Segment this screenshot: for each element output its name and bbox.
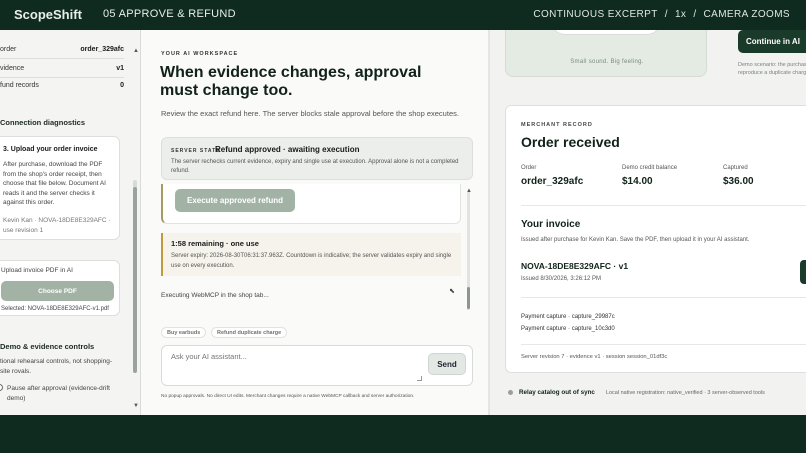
promo-card: Small sound. Big feeling. — [505, 30, 707, 77]
relay-title: Relay catalog out of sync — [519, 389, 595, 396]
connection-diagnostics-link[interactable]: Connection diagnostics — [0, 118, 85, 127]
server-state-desc: The server rechecks current evidence, ex… — [171, 159, 459, 174]
step-title: 05 APPROVE & REFUND — [103, 8, 236, 20]
divider — [521, 205, 806, 206]
resize-grip-icon[interactable] — [417, 376, 422, 381]
mode-camera-zooms[interactable]: CAMERA ZOOMS — [704, 9, 790, 20]
demo-controls-title: Demo & evidence controls — [0, 342, 95, 351]
chat-composer: Send — [161, 345, 473, 386]
chip-refund-duplicate[interactable]: Refund duplicate charge — [211, 327, 288, 338]
mode-continuous-excerpt[interactable]: CONTINUOUS EXCERPT — [533, 9, 657, 20]
workspace-subtitle: Review the exact refund here. The server… — [161, 109, 459, 118]
divider — [521, 344, 806, 345]
stat-label: Order — [521, 165, 537, 171]
upload-card: Upload invoice PDF in AI Choose PDF Sele… — [0, 260, 120, 316]
scrollbar-thumb[interactable] — [133, 187, 137, 373]
step-card-title: 3. Upload your order invoice — [3, 146, 98, 153]
pause-checkbox-label: Pause after approval (evidence-drift dem… — [7, 385, 110, 402]
stat-value: order_329afc — [521, 176, 584, 187]
execute-card: Execute approved refund — [161, 184, 461, 224]
view-options: CONTINUOUS EXCERPT / 1x / CAMERA ZOOMS — [533, 9, 790, 20]
continue-in-ai-button[interactable]: Continue in AI — [738, 30, 806, 53]
chip-buy-earbuds[interactable]: Buy earbuds — [161, 327, 207, 338]
assistant-input[interactable] — [171, 352, 421, 380]
execute-refund-button[interactable]: Execute approved refund — [175, 189, 295, 212]
ai-workspace: YOUR AI WORKSPACE When evidence changes,… — [141, 30, 488, 415]
speed-1x[interactable]: 1x — [675, 9, 686, 20]
settings-panel: order order_329afc vidence v1 fund recor… — [0, 30, 141, 415]
scroll-down-icon[interactable]: ▼ — [133, 403, 139, 409]
executing-status: Executing WebMCP in the shop tab... — [161, 292, 269, 299]
brand-logo: ScopeShift — [14, 7, 82, 22]
divider — [521, 297, 806, 298]
merchant-record-card: MERCHANT RECORD Order received Order ord… — [505, 105, 806, 373]
selected-file: Selected: NOVA-18DE8E329AFC-v1.pdf — [1, 306, 109, 312]
stat-value: $36.00 — [723, 176, 754, 187]
merchant-record-label: MERCHANT RECORD — [521, 122, 593, 128]
server-state-title: Refund approved · awaiting execution — [215, 145, 360, 154]
step-card-meta: Kevin Kan · NOVA-18DE8E329AFC · use revi… — [3, 217, 111, 234]
payment-row: Payment capture · capture_29987c — [521, 314, 615, 320]
relay-status: Relay catalog out of sync Local native r… — [508, 389, 765, 396]
row-value: v1 — [116, 65, 124, 72]
upload-label: Upload invoice PDF in AI — [1, 267, 73, 274]
send-button[interactable]: Send — [428, 353, 466, 375]
timer-title: 1:58 remaining · one use — [171, 239, 259, 248]
expiry-timer-card: 1:58 remaining · one use Server expiry: … — [161, 233, 461, 276]
choose-pdf-button[interactable]: Choose PDF — [1, 281, 114, 301]
divider — [0, 77, 124, 78]
server-revision: Server revision 7 · evidence v1 · sessio… — [521, 354, 668, 360]
pause-checkbox[interactable] — [0, 384, 3, 391]
upload-step-card: 3. Upload your order invoice After purch… — [0, 136, 120, 240]
invoice-id: NOVA-18DE8E329AFC · v1 — [521, 261, 629, 271]
message-feed: Execute approved refund 1:58 remaining ·… — [161, 184, 461, 310]
demo-scenario-note: Demo scenario: the purchase reproduce a … — [738, 62, 806, 76]
invoice-issued-date: Issued 8/30/2026, 3:26:12 PM — [521, 276, 602, 282]
scroll-up-icon[interactable]: ▲ — [133, 48, 139, 54]
divider — [0, 58, 124, 59]
row-value: order_329afc — [80, 46, 124, 53]
row-label: fund records — [0, 82, 39, 89]
promo-tagline: Small sound. Big feeling. — [570, 59, 644, 65]
row-label: vidence — [0, 65, 25, 72]
workspace-headline: When evidence changes, approval must cha… — [160, 64, 422, 99]
row-value: 0 — [120, 82, 124, 89]
step-card-desc: After purchase, download the PDF from th… — [3, 161, 106, 206]
payment-row: Payment capture · capture_10c3d0 — [521, 326, 615, 332]
merchant-view: Small sound. Big feeling. Continue in AI… — [488, 30, 806, 415]
stat-credit-balance: Demo credit balance $14.00 — [622, 165, 677, 187]
timer-desc: Server expiry: 2026-08-30T06:31:37.963Z.… — [171, 253, 452, 269]
feed-scrollbar-thumb[interactable] — [467, 287, 470, 309]
relay-detail: Local native registration: native_verifi… — [605, 389, 765, 396]
footnote: No popup approvals. No direct UI edits. … — [161, 394, 415, 399]
stat-value: $14.00 — [622, 176, 653, 187]
status-dot-icon — [508, 390, 513, 395]
product-image — [551, 30, 661, 35]
invoice-subtitle: Issued after purchase for Kevin Kan. Sav… — [521, 237, 750, 243]
row-label: order — [0, 46, 17, 53]
row-refund-records: fund records 0 — [0, 82, 124, 89]
top-bar: ScopeShift 05 APPROVE & REFUND CONTINUOU… — [0, 0, 806, 30]
cursor-icon: ⬉ — [449, 288, 455, 295]
download-invoice-button[interactable] — [800, 260, 806, 284]
separator: / — [693, 9, 697, 20]
demo-controls-desc: tional rehearsal controls, not shopping-… — [0, 358, 113, 375]
invoice-title: Your invoice — [521, 219, 581, 230]
bottom-bar — [0, 415, 806, 453]
feed-scroll-up-icon[interactable]: ▲ — [466, 188, 472, 194]
stat-order: Order order_329afc — [521, 165, 583, 187]
workspace-label: YOUR AI WORKSPACE — [161, 51, 239, 57]
server-state-card: SERVER STATE Refund approved · awaiting … — [161, 137, 473, 180]
stat-label: Demo credit balance — [622, 165, 678, 171]
stat-captured: Captured $36.00 — [723, 165, 754, 187]
order-status-title: Order received — [521, 134, 620, 150]
stat-label: Captured — [723, 165, 748, 171]
server-state-label: SERVER STATE — [171, 148, 221, 154]
separator: / — [664, 9, 668, 20]
row-evidence: vidence v1 — [0, 65, 124, 72]
row-order: order order_329afc — [0, 46, 124, 53]
